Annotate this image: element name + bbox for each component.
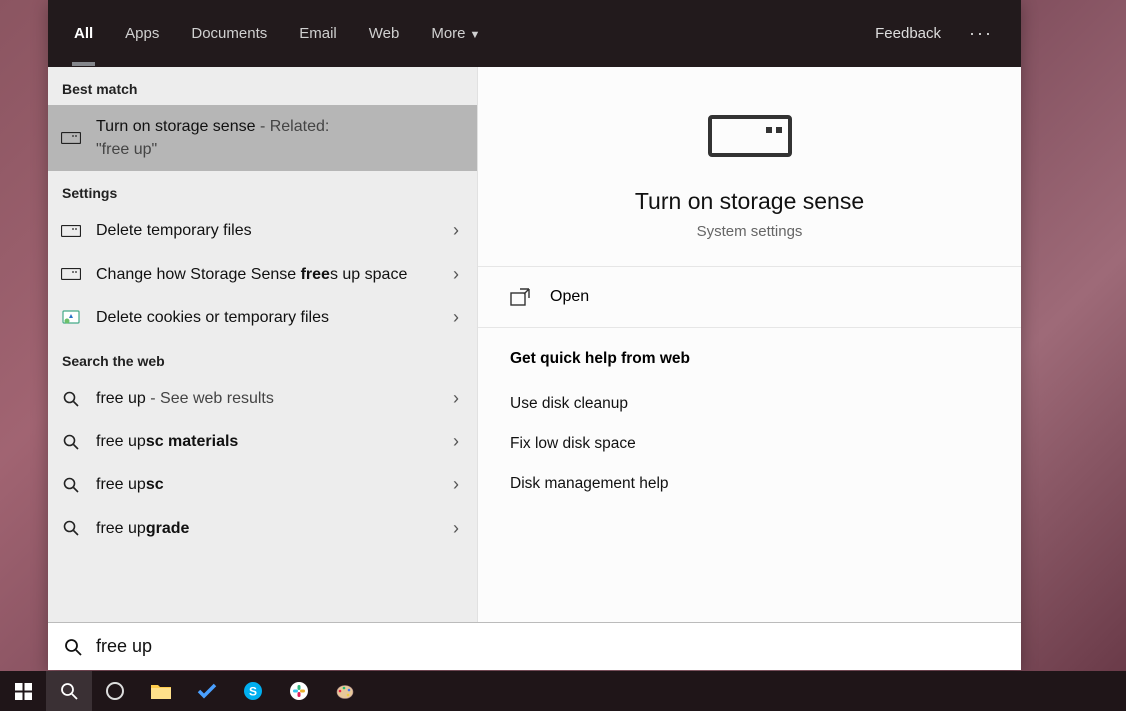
chevron-down-icon: ▼ <box>470 29 481 41</box>
help-link-1[interactable]: Fix low disk space <box>510 424 989 464</box>
feedback-link[interactable]: Feedback <box>875 25 941 42</box>
todo-button[interactable] <box>184 671 230 711</box>
chevron-right-icon: › <box>447 220 465 241</box>
result-text: Turn on storage sense - Related: "free u… <box>96 115 465 161</box>
internet-options-icon <box>60 308 82 326</box>
slack-button[interactable] <box>276 671 322 711</box>
open-icon <box>510 288 532 306</box>
file-explorer-button[interactable] <box>138 671 184 711</box>
search-panel: All Apps Documents Email Web More▼ Feedb… <box>48 0 1021 670</box>
tab-web[interactable]: Web <box>367 19 402 48</box>
preview-column: Turn on storage sense System settings Op… <box>478 67 1021 622</box>
result-web-2[interactable]: free upsc › <box>48 463 477 506</box>
tab-email[interactable]: Email <box>297 19 339 48</box>
result-text: free upsc <box>96 473 433 496</box>
result-settings-2[interactable]: Delete cookies or temporary files › <box>48 296 477 339</box>
section-settings: Settings <box>48 171 477 209</box>
drive-large-icon <box>708 115 792 157</box>
result-text: free upgrade <box>96 517 433 540</box>
preview-subtitle: System settings <box>498 223 1001 240</box>
result-best-match[interactable]: Turn on storage sense - Related: "free u… <box>48 105 477 171</box>
search-icon <box>60 434 82 450</box>
cortana-button[interactable] <box>92 671 138 711</box>
drive-icon <box>60 225 82 237</box>
result-settings-1[interactable]: Change how Storage Sense frees up space … <box>48 253 477 296</box>
drive-icon <box>60 132 82 144</box>
start-button[interactable] <box>0 671 46 711</box>
search-icon <box>64 638 82 656</box>
chevron-right-icon: › <box>447 388 465 409</box>
search-input[interactable] <box>96 636 1005 657</box>
tab-more[interactable]: More▼ <box>429 19 482 48</box>
result-web-0[interactable]: free up - See web results › <box>48 377 477 420</box>
section-search-web: Search the web <box>48 339 477 377</box>
tab-apps[interactable]: Apps <box>123 19 161 48</box>
more-icon[interactable]: ··· <box>969 23 993 44</box>
taskbar-search-button[interactable] <box>46 671 92 711</box>
chevron-right-icon: › <box>447 474 465 495</box>
tab-documents[interactable]: Documents <box>189 19 269 48</box>
svg-text:S: S <box>249 685 257 699</box>
result-settings-0[interactable]: Delete temporary files › <box>48 209 477 252</box>
open-action[interactable]: Open <box>478 267 1021 328</box>
result-text: Delete temporary files <box>96 219 433 242</box>
chevron-right-icon: › <box>447 264 465 285</box>
skype-button[interactable]: S <box>230 671 276 711</box>
tab-all[interactable]: All <box>72 19 95 48</box>
result-text: free upsc materials <box>96 430 433 453</box>
result-web-3[interactable]: free upgrade › <box>48 507 477 550</box>
result-text: Change how Storage Sense frees up space <box>96 263 433 286</box>
chevron-right-icon: › <box>447 307 465 328</box>
drive-icon <box>60 268 82 280</box>
open-label: Open <box>550 288 589 306</box>
preview-title: Turn on storage sense <box>498 188 1001 215</box>
search-icon <box>60 520 82 536</box>
taskbar: S <box>0 671 1126 711</box>
results-column: Best match Turn on storage sense - Relat… <box>48 67 478 622</box>
section-best-match: Best match <box>48 67 477 105</box>
chevron-right-icon: › <box>447 431 465 452</box>
result-text: free up - See web results <box>96 387 433 410</box>
help-heading: Get quick help from web <box>510 350 989 368</box>
help-link-2[interactable]: Disk management help <box>510 464 989 504</box>
chevron-right-icon: › <box>447 518 465 539</box>
result-web-1[interactable]: free upsc materials › <box>48 420 477 463</box>
search-icon <box>60 391 82 407</box>
paint-button[interactable] <box>322 671 368 711</box>
help-link-0[interactable]: Use disk cleanup <box>510 384 989 424</box>
search-box[interactable] <box>48 622 1021 670</box>
tabs-bar: All Apps Documents Email Web More▼ Feedb… <box>48 0 1021 67</box>
result-text: Delete cookies or temporary files <box>96 306 433 329</box>
search-icon <box>60 477 82 493</box>
